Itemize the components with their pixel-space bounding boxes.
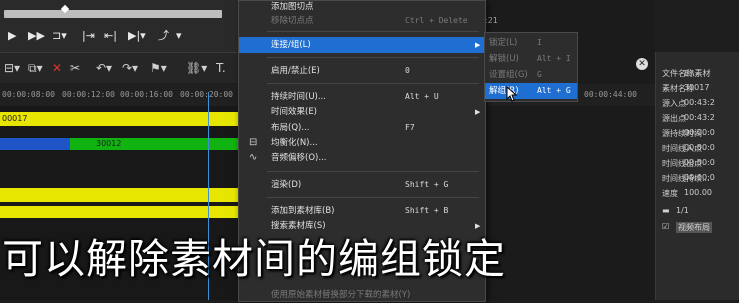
- menu-item-render[interactable]: 渲染(D) Shift + G: [239, 177, 485, 193]
- clip-label: 00017: [2, 114, 28, 123]
- subtitle-caption: 可以解除素材间的编组锁定: [2, 235, 506, 283]
- property-label: 速度: [662, 189, 678, 198]
- timecode-label: 00:00:12:00: [62, 90, 115, 99]
- fast-forward-icon[interactable]: ▶▶: [28, 29, 45, 43]
- group-submenu: 锁定(L) I 解锁(U) Alt + I 设置组(G) G 解组(R) Alt…: [484, 32, 578, 102]
- property-label: 源出点: [662, 114, 686, 123]
- menu-item-enable-disable[interactable]: 启用/禁止(E) 0: [239, 63, 485, 79]
- submenu-item-lock[interactable]: 锁定(L) I: [485, 35, 577, 51]
- property-value: 00:00:0: [684, 128, 715, 137]
- submenu-item-ungroup[interactable]: 解组(R) Alt + G: [485, 83, 577, 99]
- timeline-mode-icon[interactable]: ⊟▾: [4, 61, 20, 75]
- timecode-label: 00:00:16:00: [120, 90, 173, 99]
- scrub-bar[interactable]: [4, 10, 222, 18]
- property-value: E:\素材: [684, 69, 711, 78]
- property-value: 00:43:2: [684, 113, 715, 122]
- property-value: 00:00:0: [684, 158, 715, 167]
- timeline-clip[interactable]: [0, 206, 240, 218]
- undo-icon[interactable]: ↶▾: [96, 61, 112, 75]
- normalize-icon: ⊟: [249, 137, 258, 148]
- menu-item-link-group[interactable]: 连接/组(L) ▶: [239, 37, 485, 53]
- loop-icon[interactable]: ⊐▾: [52, 29, 67, 43]
- menu-item-time-effect[interactable]: 时间效果(E) ▶: [239, 104, 485, 120]
- menu-item-add-to-bin[interactable]: 添加到素材库(B) Shift + B: [239, 203, 485, 219]
- property-value: 30017: [684, 83, 710, 92]
- submenu-arrow-icon: ▶: [475, 108, 481, 116]
- menu-item-audio-offset[interactable]: ∿ 音频偏移(O)...: [239, 150, 485, 166]
- redo-icon[interactable]: ↷▾: [122, 61, 138, 75]
- mark-out-icon[interactable]: ⇤|: [104, 29, 117, 43]
- menu-item-replace-partial[interactable]: 使用原始素材替换部分下载的素材(Y): [239, 287, 485, 303]
- folder-icon[interactable]: ▬: [662, 206, 670, 215]
- delete-icon[interactable]: ✕: [52, 61, 62, 75]
- menu-item-remove-cut[interactable]: 移除切点点 Ctrl + Delete: [239, 13, 485, 29]
- menu-item-search-bin[interactable]: 搜索素材库(S) ▶: [239, 218, 485, 234]
- mouse-cursor-icon: [506, 86, 518, 102]
- settings-icon[interactable]: ▾: [176, 29, 182, 43]
- timecode-label: 00:00:20:00: [180, 90, 233, 99]
- submenu-item-set-group[interactable]: 设置组(G) G: [485, 67, 577, 83]
- timeline-clip[interactable]: 30012: [70, 138, 240, 150]
- submenu-arrow-icon: ▶: [475, 41, 481, 49]
- title-icon[interactable]: T.: [216, 61, 226, 75]
- marker-icon[interactable]: ⚑▾: [150, 61, 167, 75]
- link-icon[interactable]: ⛓▾: [186, 61, 207, 75]
- timecode-label: 00:00:44:00: [584, 90, 637, 99]
- cut-icon[interactable]: ✂: [70, 61, 80, 75]
- menu-item-normalize[interactable]: ⊟ 均衡化(N)...: [239, 135, 485, 151]
- timeline-clip[interactable]: [0, 138, 70, 150]
- submenu-arrow-icon: ▶: [475, 222, 481, 230]
- timeline-clip[interactable]: 00017: [0, 112, 240, 126]
- mark-in-icon[interactable]: |⇥: [82, 29, 95, 43]
- waveform-icon: ∿: [249, 152, 258, 163]
- page-indicator: 1/1: [676, 206, 689, 215]
- submenu-item-unlock[interactable]: 解锁(U) Alt + I: [485, 51, 577, 67]
- checkbox[interactable]: ☑: [662, 222, 669, 231]
- timecode-label: 00:00:08:00: [2, 90, 55, 99]
- clip-label: 30012: [96, 139, 122, 148]
- play-icon[interactable]: ▶: [8, 29, 16, 43]
- menu-item-duration[interactable]: 持续时间(U)... Alt + U: [239, 89, 485, 105]
- close-icon[interactable]: ✕: [636, 58, 648, 70]
- property-value: 00:00:0: [684, 143, 715, 152]
- layout-tag[interactable]: 视频布局: [676, 222, 712, 233]
- transport-panel: ▶ ▶▶ ⊐▾ |⇥ ⇤| ▶|▾ ⤴ ▾: [0, 0, 245, 52]
- timeline-toolbar: ⊟▾ ⧉▾ ✕ ✂ ↶▾ ↷▾ ⚑▾ ⛓▾ T. ⋮: [0, 52, 246, 83]
- property-value: 00:00:0: [684, 173, 715, 182]
- property-label: 源入点: [662, 99, 686, 108]
- menu-item-layout[interactable]: 布局(Q)... F7: [239, 120, 485, 136]
- property-value: 00:43:2: [684, 98, 715, 107]
- next-edit-icon[interactable]: ▶|▾: [128, 29, 146, 43]
- top-timecode: :21: [485, 16, 498, 25]
- export-icon[interactable]: ⤴: [158, 29, 169, 43]
- timeline-clip[interactable]: [0, 188, 240, 202]
- property-value: 100.00: [684, 188, 712, 197]
- copy-icon[interactable]: ⧉▾: [28, 61, 43, 75]
